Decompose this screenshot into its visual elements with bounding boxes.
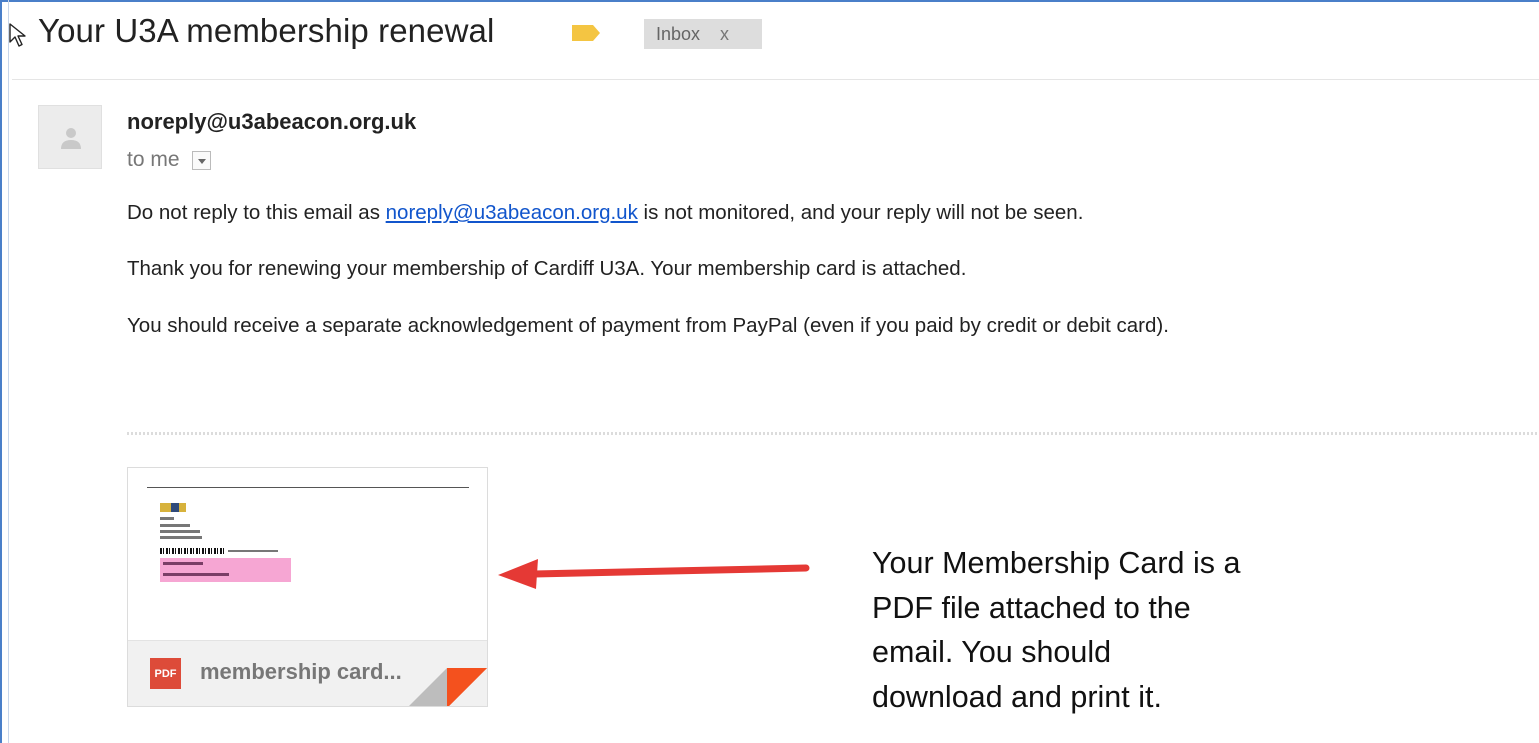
email-subject: Your U3A membership renewal [38,12,495,49]
annotation-line: download and print it. [872,679,1162,714]
noreply-email-link[interactable]: noreply@u3abeacon.org.uk [386,201,638,224]
header-divider [12,79,1539,80]
preview-text-line [160,536,202,539]
sender-address[interactable]: noreply@u3abeacon.org.uk [127,109,416,135]
preview-text-line [160,524,190,527]
remove-label-button[interactable]: x [720,24,729,45]
annotation-callout: Your Membership Card is a PDF file attac… [872,541,1240,719]
page-fold-icon [409,668,487,706]
body-line-no-reply: Do not reply to this email as noreply@u3… [127,201,1083,225]
body-line-paypal: You should receive a separate acknowledg… [127,314,1169,337]
chevron-down-icon[interactable] [191,150,211,170]
annotation-line: PDF file attached to the [872,590,1191,625]
attachment-footer[interactable]: PDF membership card... [128,640,487,706]
preview-text-line [160,530,200,533]
attachment-filename[interactable]: membership card... [200,659,402,685]
body-line1-prefix: Do not reply to this email as [127,201,386,224]
recipient-text: to me [127,148,180,171]
window-edge [8,0,9,743]
arrow-left-icon [498,559,810,589]
annotation-line: Your Membership Card is a [872,546,1241,580]
attachment-preview[interactable] [128,468,487,640]
attachments-divider [127,432,1539,435]
inbox-label-text: Inbox [656,23,701,44]
recipient-line: to me [127,148,211,172]
attachment-card[interactable]: PDF membership card... [127,467,488,707]
mouse-pointer-icon [9,23,26,47]
body-line-thanks: Thank you for renewing your membership o… [127,257,967,280]
preview-rule [147,487,469,488]
body-line1-suffix: is not monitored, and your reply will no… [637,201,1084,224]
pdf-file-icon: PDF [150,658,181,689]
preview-logo-mark [171,503,179,512]
default-avatar-icon [38,105,102,169]
preview-barcode [160,548,225,554]
preview-text-line [228,550,278,552]
annotation-line: email. You should [872,635,1112,669]
preview-text-line [160,517,174,520]
preview-member-box [160,558,291,582]
inbox-label-chip[interactable]: Inbox x [644,19,762,49]
label-tag-icon[interactable] [571,24,601,42]
